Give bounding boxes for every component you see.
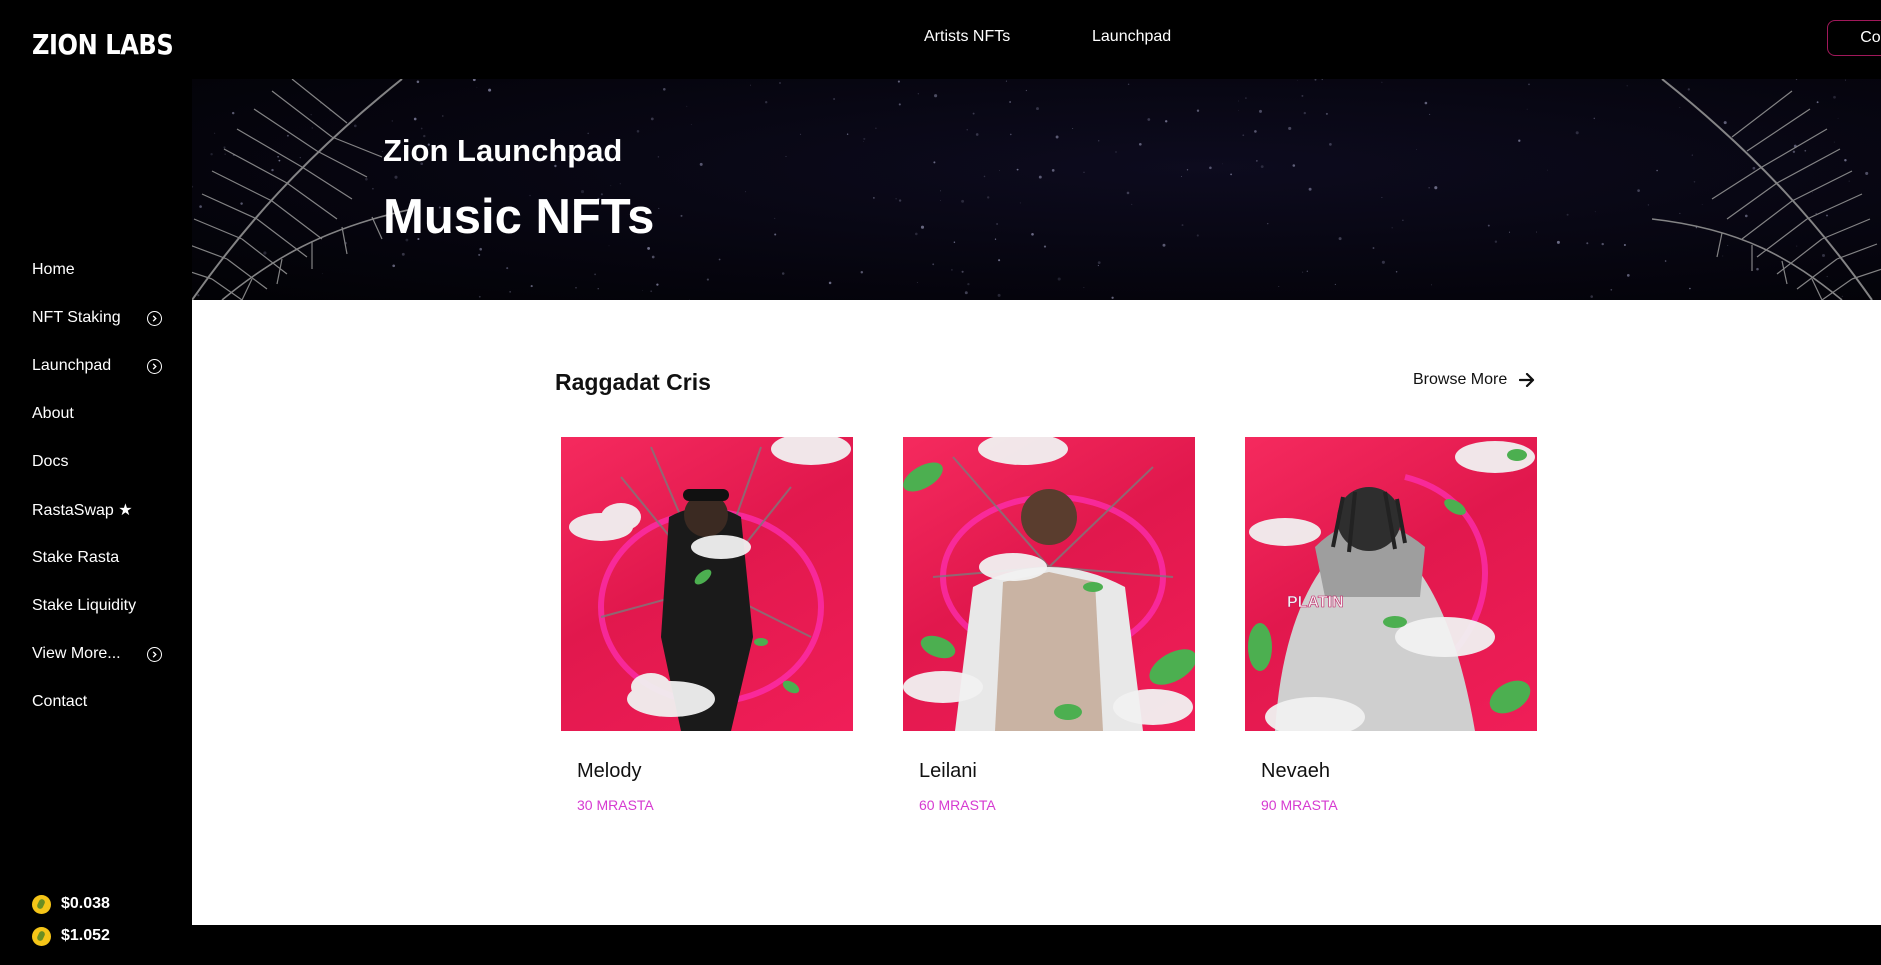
token-price-value: $0.038 — [61, 895, 110, 912]
nft-artwork-image — [903, 437, 1195, 731]
connect-button[interactable]: Connect — [1827, 20, 1881, 56]
coin-icon — [32, 894, 51, 914]
chevron-right-circle-icon — [147, 646, 162, 662]
sidebar-nav: Home NFT Staking Launchpad About Docs Ra… — [32, 246, 162, 726]
nft-name: Melody — [577, 760, 642, 782]
palm-leaf-left-image — [192, 79, 412, 300]
sidebar-item-label: Launchpad — [32, 357, 112, 374]
nft-card-nevaeh[interactable]: PLATIN Nevaeh 90 MRASTA — [1245, 437, 1537, 813]
sidebar-item-label: Home — [32, 261, 75, 278]
sidebar-item-label: Stake Rasta — [32, 549, 120, 566]
collection-section: Raggadat Cris Browse More Melody 30 MRAS… — [192, 300, 1881, 925]
palm-leaf-right-image — [1652, 79, 1881, 300]
sidebar-item-stake-liquidity[interactable]: Stake Liquidity — [32, 582, 162, 630]
page-footer-strip — [192, 925, 1881, 965]
sidebar-item-home[interactable]: Home — [32, 246, 162, 294]
sidebar: ZION LABS Home NFT Staking Launchpad Abo… — [0, 0, 192, 965]
nft-name: Nevaeh — [1261, 760, 1330, 782]
nft-card-leilani[interactable]: Leilani 60 MRASTA — [903, 437, 1195, 813]
top-nav: Artists NFTs Launchpad Connect — [192, 0, 1881, 79]
browse-more-link[interactable]: Browse More — [1413, 371, 1535, 389]
sidebar-item-label: About — [32, 405, 74, 422]
logo[interactable]: ZION LABS — [32, 28, 174, 61]
sidebar-item-label: RastaSwap ★ — [32, 502, 133, 519]
sidebar-item-view-more[interactable]: View More... — [32, 630, 162, 678]
token-price: $1.052 — [32, 920, 110, 952]
sidebar-item-contact[interactable]: Contact — [32, 678, 162, 726]
sidebar-item-about[interactable]: About — [32, 390, 162, 438]
nft-price: 30 MRASTA — [577, 797, 654, 813]
nft-artwork-image: PLATIN — [1245, 437, 1537, 731]
nft-artwork-image — [561, 437, 853, 731]
sidebar-item-launchpad[interactable]: Launchpad — [32, 342, 162, 390]
sidebar-item-label: Docs — [32, 453, 69, 470]
sidebar-item-rastaswap[interactable]: RastaSwap ★ — [32, 486, 162, 534]
token-price-value: $1.052 — [61, 927, 110, 944]
sidebar-item-label: Stake Liquidity — [32, 597, 137, 614]
token-prices: $0.038 $1.052 — [32, 888, 110, 952]
hero-banner: Zion Launchpad Music NFTs — [192, 79, 1881, 300]
nft-name: Leilani — [919, 760, 977, 782]
arrow-right-icon — [1519, 373, 1535, 387]
nft-price: 90 MRASTA — [1261, 797, 1338, 813]
top-link-artists-nfts[interactable]: Artists NFTs — [924, 28, 1010, 46]
chevron-right-circle-icon — [147, 310, 162, 326]
sidebar-item-docs[interactable]: Docs — [32, 438, 162, 486]
svg-text:PLATIN: PLATIN — [1287, 594, 1344, 611]
page-title: Music NFTs — [383, 190, 655, 244]
nft-price: 60 MRASTA — [919, 797, 996, 813]
collection-title: Raggadat Cris — [555, 369, 711, 395]
sidebar-item-label: NFT Staking — [32, 309, 121, 326]
sidebar-item-nft-staking[interactable]: NFT Staking — [32, 294, 162, 342]
chevron-right-circle-icon — [147, 358, 162, 374]
nft-card-melody[interactable]: Melody 30 MRASTA — [561, 437, 853, 813]
sidebar-item-label: Contact — [32, 693, 88, 710]
top-link-launchpad[interactable]: Launchpad — [1092, 28, 1171, 46]
coin-icon — [32, 926, 51, 946]
token-price: $0.038 — [32, 888, 110, 920]
browse-more-label: Browse More — [1413, 371, 1508, 388]
sidebar-item-label: View More... — [32, 645, 121, 662]
sidebar-item-stake-rasta[interactable]: Stake Rasta — [32, 534, 162, 582]
hero-subtitle: Zion Launchpad — [383, 133, 623, 168]
